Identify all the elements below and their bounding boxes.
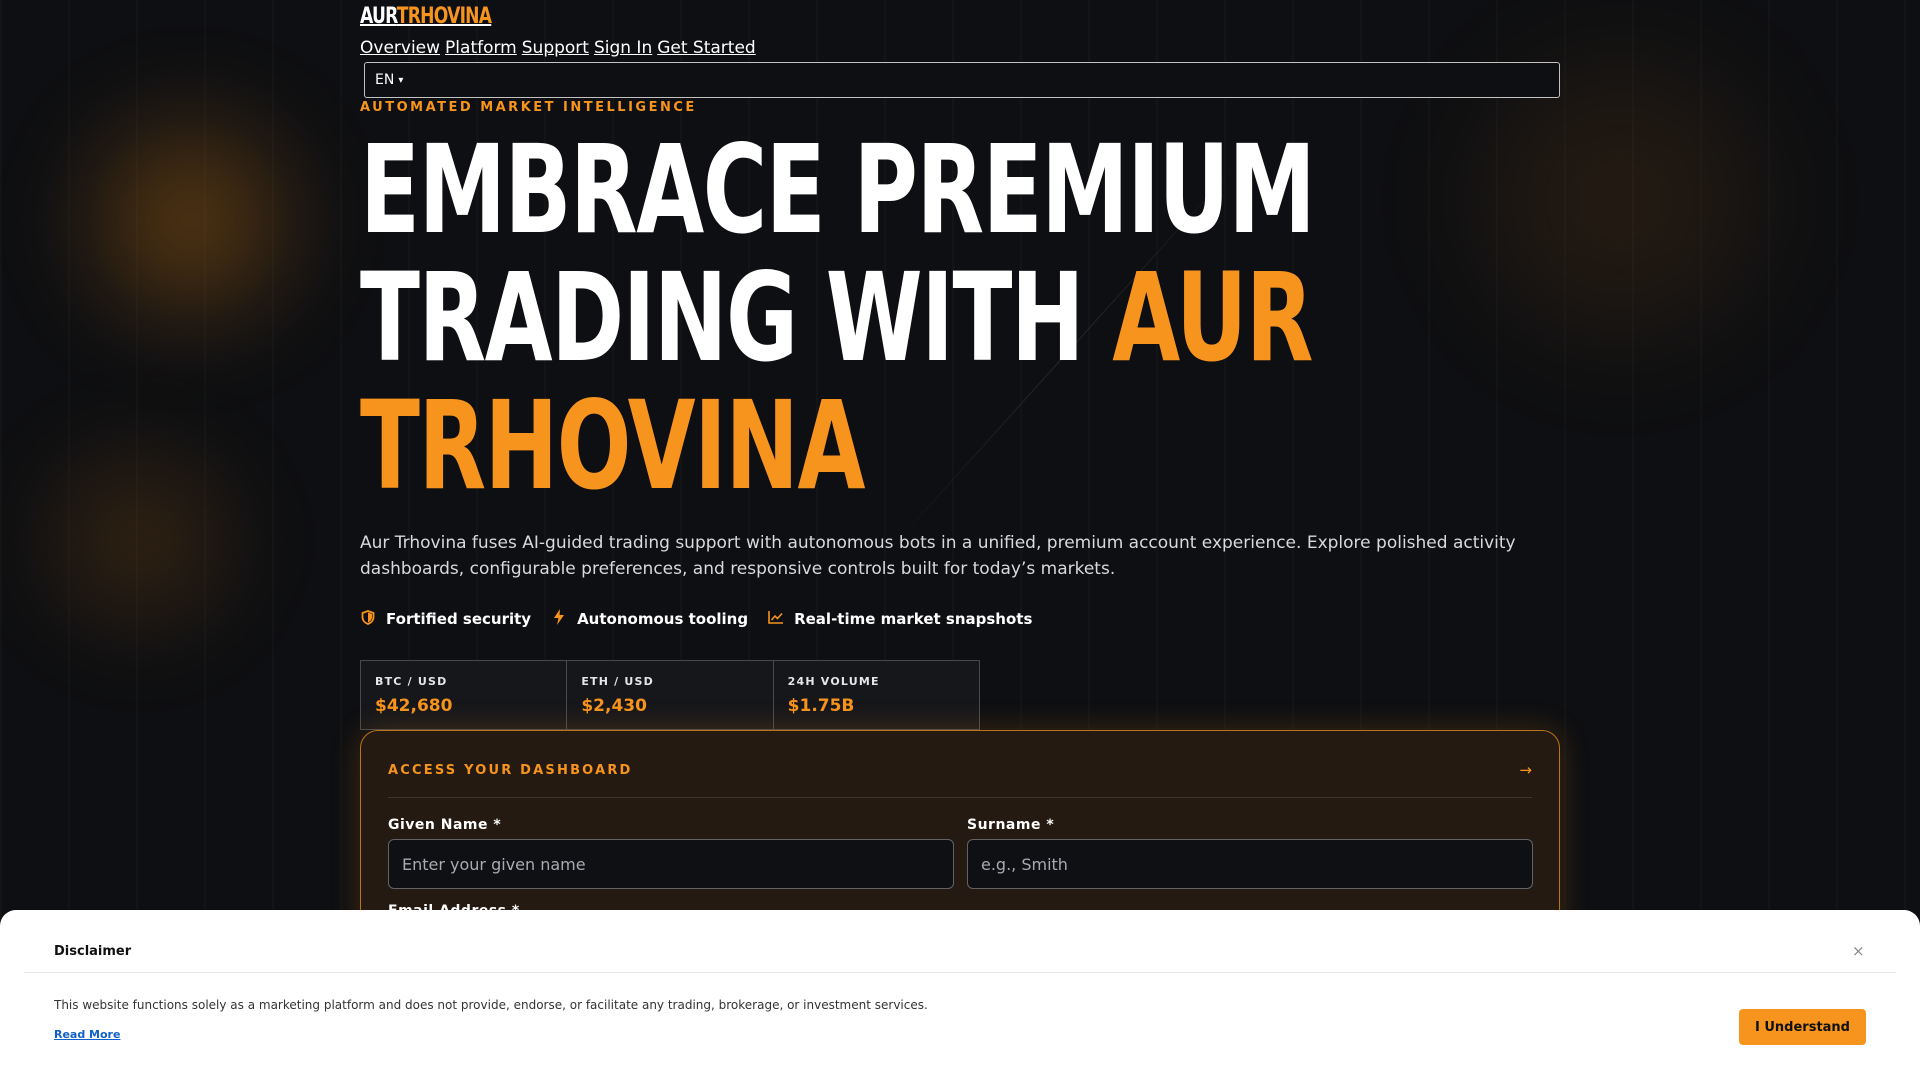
nav-link-sign-in[interactable]: Sign In — [594, 38, 652, 58]
logo-part-1: AUR — [360, 4, 398, 29]
ticker-eth: ETH / USD $2,430 — [567, 661, 774, 729]
feature-label: Autonomous tooling — [577, 610, 749, 628]
headline-line-2: TRADING WITH — [360, 247, 1113, 389]
ticker-pair: 24H VOLUME — [787, 675, 880, 688]
close-icon[interactable]: × — [1852, 942, 1865, 960]
disclaimer-banner: Disclaimer × This website functions sole… — [0, 910, 1920, 1080]
market-tickers: BTC / USD $42,680 ETH / USD $2,430 24H V… — [360, 660, 980, 730]
nav-link-get-started[interactable]: Get Started — [657, 38, 755, 58]
surname-input[interactable] — [967, 839, 1533, 889]
language-select[interactable]: EN ▾ — [364, 62, 1560, 98]
language-value: EN — [375, 72, 395, 88]
background-glow — [0, 410, 280, 670]
dashboard-form-header: ACCESS YOUR DASHBOARD → — [388, 761, 1532, 798]
arrow-right-icon[interactable]: → — [1519, 761, 1532, 779]
hero-eyebrow: AUTOMATED MARKET INTELLIGENCE — [360, 100, 697, 115]
hero-description: Aur Trhovina fuses AI-guided trading sup… — [360, 533, 1516, 579]
feature-item: Real-time market snapshots — [768, 609, 1032, 629]
brand-logo[interactable]: AURTRHOVINA — [360, 4, 492, 29]
hero-headline: EMBRACE PREMIUM TRADING WITH AUR TRHOVIN… — [360, 126, 1316, 510]
ticker-volume: 24H VOLUME $1.75B — [774, 661, 979, 729]
surname-label: Surname * — [967, 817, 1055, 833]
chevron-down-icon: ▾ — [398, 74, 404, 86]
chart-line-icon — [768, 610, 784, 628]
disclaimer-title: Disclaimer — [54, 944, 132, 959]
feature-label: Fortified security — [386, 610, 532, 628]
ticker-btc: BTC / USD $42,680 — [361, 661, 568, 729]
ticker-price: $2,430 — [581, 696, 647, 716]
nav-link-platform[interactable]: Platform — [445, 38, 517, 58]
lightning-icon — [551, 609, 567, 629]
feature-item: Autonomous tooling — [551, 609, 748, 629]
ticker-pair: BTC / USD — [375, 675, 448, 688]
feature-list: Fortified security Autonomous tooling Re… — [360, 609, 1032, 629]
disclaimer-text: This website functions solely as a marke… — [54, 998, 928, 1012]
given-name-input[interactable] — [388, 839, 954, 889]
ticker-pair: ETH / USD — [581, 675, 655, 688]
main-nav: Overview Platform Support Sign In Get St… — [360, 38, 756, 58]
headline-accent-1: AUR — [1112, 247, 1313, 389]
feature-label: Real-time market snapshots — [794, 610, 1033, 628]
read-more-link[interactable]: Read More — [54, 1028, 120, 1041]
logo-part-2: TRHOVINA — [396, 4, 492, 29]
dashboard-form-title: ACCESS YOUR DASHBOARD — [388, 762, 633, 778]
nav-link-overview[interactable]: Overview — [360, 38, 440, 58]
divider — [24, 972, 1896, 973]
shield-icon — [360, 609, 376, 629]
ticker-price: $1.75B — [787, 696, 855, 716]
headline-line-1: EMBRACE PREMIUM — [360, 119, 1316, 261]
given-name-label: Given Name * — [388, 817, 502, 833]
ticker-price: $42,680 — [375, 696, 453, 716]
headline-accent-2: TRHOVINA — [360, 375, 865, 517]
feature-item: Fortified security — [360, 609, 531, 629]
nav-link-support[interactable]: Support — [522, 38, 589, 58]
background-glow — [1380, 0, 1860, 400]
i-understand-button[interactable]: I Understand — [1739, 1009, 1866, 1045]
background-glow — [40, 70, 340, 370]
